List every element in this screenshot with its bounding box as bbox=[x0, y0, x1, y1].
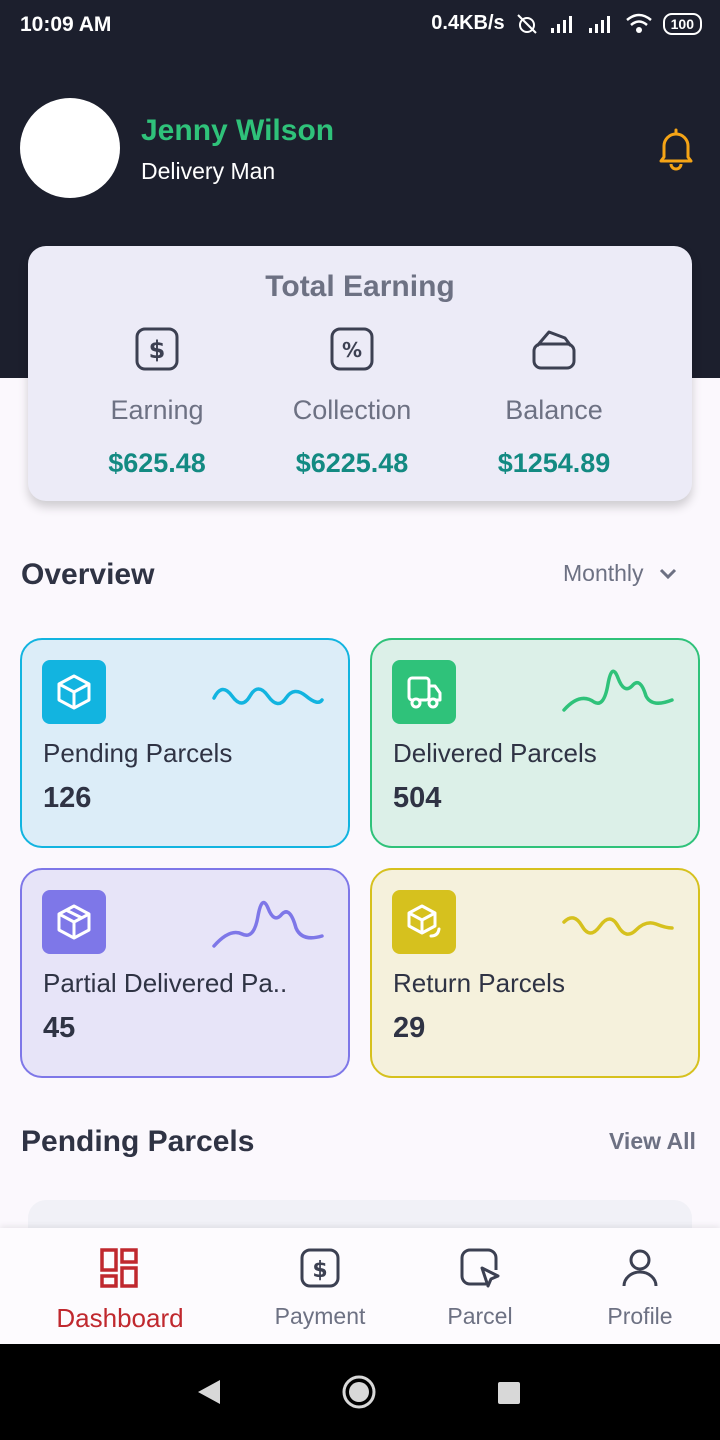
delivered-parcels-value: 504 bbox=[393, 782, 442, 814]
status-bar: 10:09 AM 0.4KB/s 100 bbox=[0, 0, 720, 50]
total-earning-card: Total Earning $ Earning $625.48 % Collec… bbox=[28, 246, 692, 501]
partial-delivered-card[interactable]: Partial Delivered Pa.. 45 bbox=[20, 868, 350, 1078]
earning-item: $ Earning $625.48 bbox=[57, 326, 257, 479]
pending-parcels-title: Pending Parcels bbox=[21, 1125, 255, 1158]
pending-parcels-card[interactable]: Pending Parcels 126 bbox=[20, 638, 350, 848]
home-icon[interactable] bbox=[341, 1374, 377, 1410]
period-dropdown[interactable]: Monthly bbox=[563, 560, 678, 587]
back-icon[interactable] bbox=[196, 1378, 222, 1406]
total-earning-title: Total Earning bbox=[265, 270, 455, 303]
delivered-parcels-card[interactable]: Delivered Parcels 504 bbox=[370, 638, 700, 848]
battery-indicator: 100 bbox=[662, 12, 702, 35]
system-navigation-bar bbox=[0, 1344, 720, 1440]
nav-parcel-label: Parcel bbox=[447, 1303, 513, 1329]
period-label: Monthly bbox=[563, 560, 644, 586]
bottom-navigation: Dashboard $ Payment Parcel Profile bbox=[0, 1228, 720, 1344]
balance-label: Balance bbox=[505, 395, 603, 425]
collection-value: $6225.48 bbox=[295, 448, 409, 478]
box-icon bbox=[42, 890, 106, 954]
trend-wave bbox=[212, 687, 324, 706]
user-role: Delivery Man bbox=[141, 158, 276, 184]
nav-profile-label: Profile bbox=[607, 1303, 673, 1329]
nav-payment-label: Payment bbox=[274, 1303, 366, 1329]
box-icon bbox=[42, 660, 106, 724]
return-parcels-label: Return Parcels bbox=[393, 968, 565, 998]
wifi-icon bbox=[625, 13, 652, 33]
bell-icon[interactable] bbox=[652, 124, 700, 172]
view-all-link[interactable]: View All bbox=[609, 1128, 696, 1155]
trend-wave bbox=[562, 916, 674, 936]
percent-icon: % bbox=[330, 327, 374, 371]
return-box-icon bbox=[392, 890, 456, 954]
balance-value: $1254.89 bbox=[497, 448, 611, 478]
avatar[interactable] bbox=[20, 98, 120, 198]
return-parcels-value: 29 bbox=[393, 1012, 426, 1044]
earning-label: Earning bbox=[110, 395, 204, 425]
signal-icon bbox=[550, 15, 572, 33]
wallet-icon bbox=[532, 330, 576, 370]
collection-label: Collection bbox=[292, 395, 412, 425]
status-time: 10:09 AM bbox=[20, 13, 112, 36]
dollar-icon: $ bbox=[135, 327, 179, 371]
parcel-icon bbox=[460, 1248, 500, 1288]
delivered-parcels-label: Delivered Parcels bbox=[393, 738, 597, 768]
truck-icon bbox=[392, 660, 456, 724]
signal-icon-2 bbox=[588, 15, 610, 33]
return-parcels-card[interactable]: Return Parcels 29 bbox=[370, 868, 700, 1078]
dollar-icon: $ bbox=[300, 1248, 340, 1288]
partial-delivered-label: Partial Delivered Pa.. bbox=[43, 968, 288, 998]
collection-item: % Collection $6225.48 bbox=[252, 326, 452, 479]
earning-value: $625.48 bbox=[108, 448, 206, 478]
nav-dashboard[interactable]: Dashboard bbox=[30, 1246, 210, 1334]
alarm-off-icon bbox=[516, 13, 537, 34]
chevron-down-icon bbox=[659, 568, 676, 579]
status-icons: 0.4KB/s 100 bbox=[431, 12, 702, 35]
svg-text:%: % bbox=[342, 338, 362, 362]
overview-title: Overview bbox=[21, 558, 155, 591]
net-speed: 0.4KB/s bbox=[431, 12, 505, 34]
user-name: Jenny Wilson bbox=[141, 114, 335, 147]
nav-dashboard-label: Dashboard bbox=[56, 1303, 184, 1333]
nav-parcel[interactable]: Parcel bbox=[390, 1246, 570, 1330]
balance-item: Balance $1254.89 bbox=[454, 326, 654, 479]
pending-parcels-label: Pending Parcels bbox=[43, 738, 233, 768]
dashboard-icon bbox=[100, 1248, 138, 1288]
person-icon bbox=[622, 1249, 658, 1287]
recents-icon[interactable] bbox=[497, 1381, 521, 1405]
partial-delivered-value: 45 bbox=[43, 1012, 76, 1044]
trend-wave bbox=[212, 900, 324, 948]
nav-profile[interactable]: Profile bbox=[550, 1246, 720, 1330]
svg-text:$: $ bbox=[149, 336, 166, 364]
nav-payment[interactable]: $ Payment bbox=[230, 1246, 410, 1330]
trend-wave bbox=[562, 669, 674, 712]
pending-parcels-value: 126 bbox=[43, 782, 92, 814]
svg-text:$: $ bbox=[312, 1258, 327, 1283]
